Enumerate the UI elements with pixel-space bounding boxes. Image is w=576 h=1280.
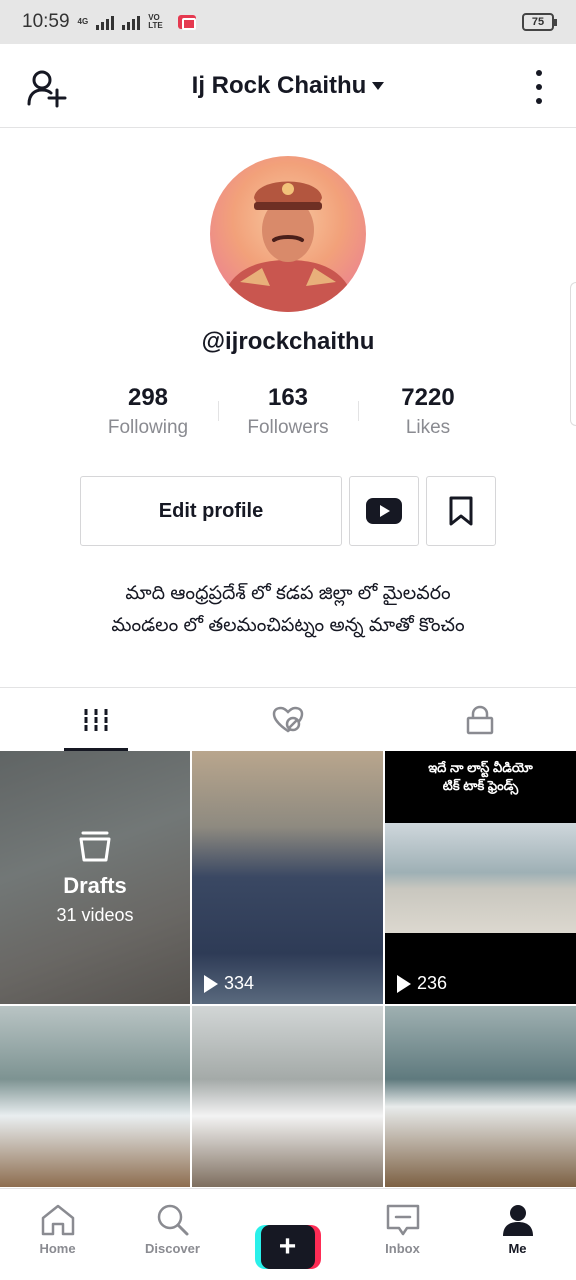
- nav-home[interactable]: Home: [0, 1189, 115, 1280]
- video-thumbnail[interactable]: [385, 1006, 576, 1187]
- nav-inbox[interactable]: Inbox: [345, 1189, 460, 1280]
- status-bar: 10:59 4G VO LTE 75: [0, 0, 576, 44]
- create-button[interactable]: +: [254, 1225, 321, 1269]
- favorites-button[interactable]: [426, 476, 496, 546]
- signal-icon-2: [122, 14, 141, 30]
- tab-liked[interactable]: [192, 688, 384, 751]
- avatar-portrait: [220, 181, 356, 312]
- username: @ijrockchaithu: [201, 328, 375, 355]
- stat-value: 163: [267, 384, 309, 411]
- nav-label: Me: [508, 1241, 527, 1256]
- view-count-value: 236: [417, 973, 448, 993]
- page-title: Ij Rock Chaithu: [191, 71, 367, 99]
- nav-discover[interactable]: Discover: [115, 1189, 230, 1280]
- tab-private[interactable]: [384, 688, 576, 751]
- play-icon: [397, 974, 411, 993]
- add-friend-button[interactable]: [26, 68, 68, 108]
- drafts-icon: [79, 831, 111, 862]
- status-time: 10:59: [22, 11, 70, 32]
- nav-create[interactable]: +: [230, 1189, 345, 1280]
- video-thumbnail[interactable]: [192, 1006, 383, 1187]
- home-icon: [41, 1204, 74, 1236]
- youtube-button[interactable]: [349, 476, 419, 546]
- more-options-button[interactable]: [532, 70, 546, 104]
- stat-followers[interactable]: 163 Followers: [218, 383, 358, 443]
- hidden-heart-icon: [272, 706, 304, 733]
- view-count-value: 334: [224, 973, 255, 993]
- nav-label: Home: [39, 1241, 76, 1256]
- more-dot: [536, 98, 542, 104]
- volte-badge: VO LTE: [148, 13, 163, 30]
- play-icon: [204, 974, 218, 993]
- more-dot: [536, 84, 542, 90]
- drafts-title: Drafts: [63, 873, 127, 898]
- video-scene: [385, 823, 576, 933]
- video-thumbnail[interactable]: ఇదే నా లాస్ట్ వీడియో టిక్ టాక్ ఫ్రెండ్స్…: [385, 751, 576, 1004]
- bio-line: మండలం లో తలమంచిపట్నం అన్న మాతో కొంచం: [111, 615, 465, 636]
- search-icon: [157, 1204, 188, 1236]
- screen-record-icon: [178, 15, 197, 30]
- edit-profile-button[interactable]: Edit profile: [80, 476, 342, 546]
- video-grid: Drafts 31 videos 334 ఇదే నా లాస్ట్ వీడియ…: [0, 751, 576, 1187]
- video-caption: ఇదే నా లాస్ట్ వీడియో టిక్ టాక్ ఫ్రెండ్స్: [385, 759, 576, 795]
- video-thumbnail[interactable]: 334: [192, 751, 383, 1004]
- drafts-overlay: Drafts 31 videos: [0, 751, 190, 1004]
- video-caption-line: ఇదే నా లాస్ట్ వీడియో: [428, 760, 533, 775]
- video-thumbnail[interactable]: [0, 1006, 190, 1187]
- account-switcher[interactable]: Ij Rock Chaithu: [192, 72, 385, 100]
- profile-header: Ij Rock Chaithu: [0, 44, 576, 128]
- plus-icon: +: [260, 1225, 315, 1269]
- tab-videos[interactable]: [0, 688, 192, 751]
- view-count: 334: [204, 973, 254, 994]
- add-user-icon: [27, 70, 67, 108]
- stat-value: 298: [127, 384, 169, 411]
- bio-line: మాది ఆంధ్రప్రదేశ్ లో కడప జిల్లా లో మైలవర…: [125, 583, 451, 604]
- network-badge: 4G: [77, 17, 89, 26]
- nav-label: Discover: [145, 1241, 200, 1256]
- signal-icon: [96, 14, 115, 30]
- chevron-down-icon: [372, 81, 385, 90]
- stat-likes[interactable]: 7220 Likes: [358, 383, 498, 443]
- bottom-nav: Home Discover + Inbox Me: [0, 1188, 576, 1280]
- bookmark-icon: [449, 496, 473, 526]
- nav-label: Inbox: [385, 1241, 420, 1256]
- profile-icon: [502, 1205, 533, 1236]
- inbox-icon: [386, 1204, 419, 1236]
- nav-me[interactable]: Me: [460, 1189, 575, 1280]
- avatar[interactable]: [210, 156, 366, 312]
- battery-icon: 75: [522, 13, 557, 31]
- more-dot: [536, 70, 542, 76]
- profile-tabs: [0, 687, 576, 751]
- grid-icon: [83, 708, 109, 731]
- view-count: 236: [397, 973, 447, 994]
- lock-icon: [466, 705, 494, 734]
- bio: మాది ఆంధ్రప్రదేశ్ లో కడప జిల్లా లో మైలవర…: [40, 578, 536, 642]
- drafts-count: 31 videos: [56, 905, 134, 925]
- video-caption-line: టిక్ టాక్ ఫ్రెండ్స్: [442, 778, 519, 793]
- youtube-icon: [366, 498, 402, 524]
- stat-following[interactable]: 298 Following: [78, 383, 218, 443]
- stat-value: 7220: [401, 384, 455, 411]
- profile-stats: 298 Following 163 Followers 7220 Likes: [78, 383, 498, 443]
- drafts-tile[interactable]: Drafts 31 videos: [0, 751, 190, 1004]
- stat-label: Likes: [405, 417, 451, 438]
- stat-label: Followers: [247, 417, 329, 438]
- stat-label: Following: [107, 417, 189, 438]
